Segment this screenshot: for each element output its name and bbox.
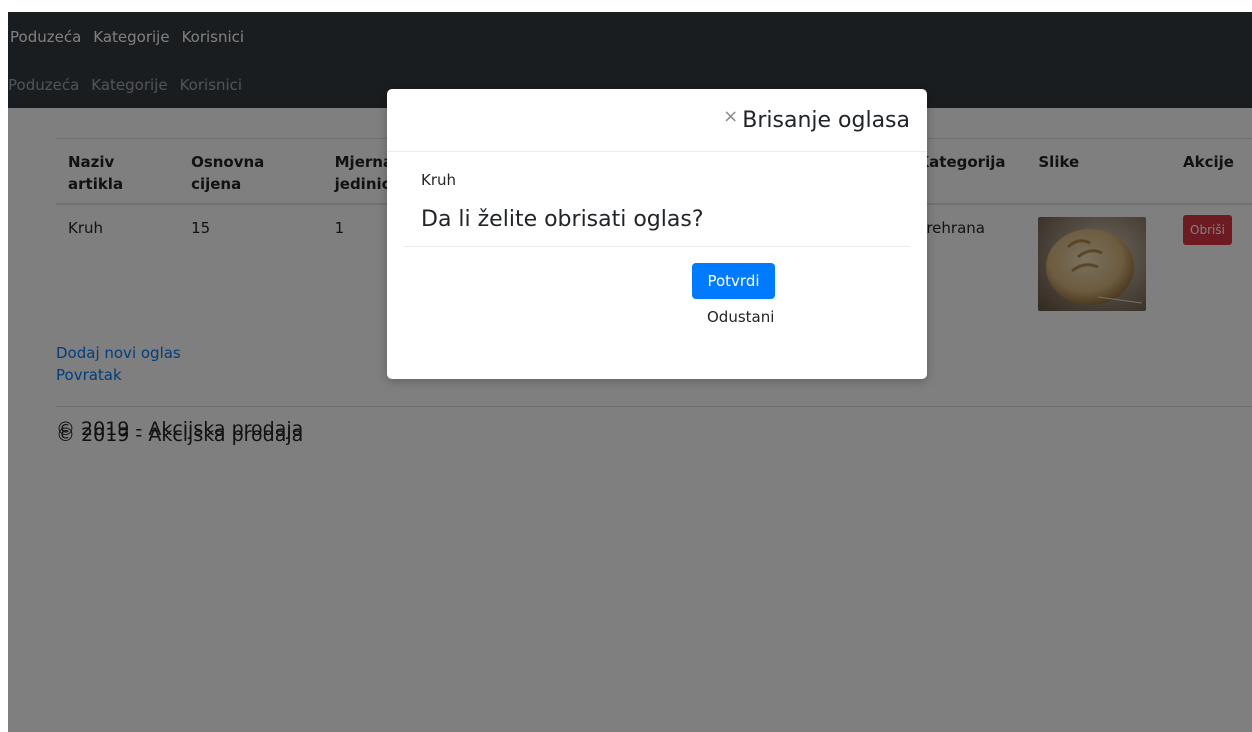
modal-title-row: × Brisanje oglasa (723, 106, 910, 133)
cancel-link[interactable]: Odustani (707, 308, 774, 326)
close-icon[interactable]: × (723, 106, 738, 127)
modal-title: Brisanje oglasa (742, 108, 910, 133)
app-frame: Poduzeća Kategorije Korisnici Poduzeća K… (8, 12, 1252, 732)
modal-question: Da li želite obrisati oglas? (421, 207, 704, 232)
modal-item-name: Kruh (421, 171, 457, 189)
modal-divider (404, 246, 910, 247)
delete-modal: × Brisanje oglasa Kruh Da li želite obri… (387, 89, 927, 379)
confirm-button[interactable]: Potvrdi (692, 263, 775, 299)
modal-header: × Brisanje oglasa (387, 89, 927, 152)
